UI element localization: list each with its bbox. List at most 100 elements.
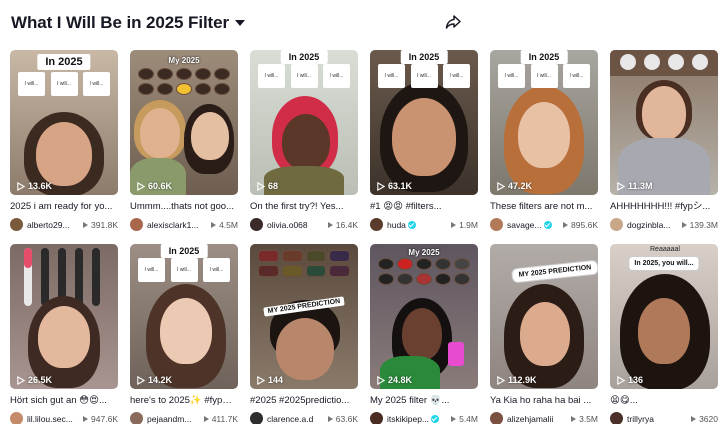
video-caption[interactable]: 2025 i am ready for yo...: [10, 201, 118, 213]
filter-overlay-title: In 2025: [280, 50, 328, 64]
avatar[interactable]: [610, 218, 623, 231]
avatar[interactable]: [370, 218, 383, 231]
author-name[interactable]: alberto29...: [27, 220, 79, 230]
play-triangle-icon: [691, 415, 697, 422]
video-thumbnail[interactable]: In 2025 I will... I will... I will... 68: [250, 50, 358, 195]
play-count: 391.8K: [83, 220, 118, 230]
play-triangle-icon: [571, 415, 577, 422]
filter-overlay-title: In 2025: [400, 50, 448, 64]
avatar[interactable]: [10, 412, 23, 424]
filter-card: I will...: [138, 258, 165, 282]
video-thumbnail[interactable]: MY 2025 PREDICTION 112.9K: [490, 244, 598, 389]
author-name[interactable]: alizehjamalii: [507, 414, 567, 424]
video-meta: huda 1.9M: [370, 218, 478, 231]
play-outline-icon: [137, 181, 145, 191]
video-meta: lil.lilou.sec... 947.6K: [10, 412, 118, 424]
filter-overlay-title: In 2025, you will...: [628, 256, 700, 271]
video-card: Reaaaaal In 2025, you will... 136 😫😋... …: [610, 244, 718, 424]
video-thumbnail[interactable]: In 2025 I will... I will... I will... 13…: [10, 50, 118, 195]
author-name[interactable]: trillyrya: [627, 414, 687, 424]
view-count: 136: [616, 375, 643, 385]
play-triangle-icon: [83, 415, 89, 422]
play-outline-icon: [617, 181, 625, 191]
video-thumbnail[interactable]: 11.3M: [610, 50, 718, 195]
video-thumbnail[interactable]: 26.5K: [10, 244, 118, 389]
avatar[interactable]: [490, 218, 503, 231]
video-caption[interactable]: #1 😡😡 #filters...: [370, 201, 478, 213]
author-name[interactable]: clarence.a.d: [267, 414, 324, 424]
avatar[interactable]: [250, 412, 263, 424]
view-count: 60.6K: [136, 181, 172, 191]
filter-card: I will...: [498, 64, 525, 88]
filter-card: I will...: [203, 258, 230, 282]
verified-badge-icon: [407, 220, 416, 229]
play-count: 895.6K: [563, 220, 598, 230]
share-icon[interactable]: [445, 14, 461, 30]
avatar[interactable]: [370, 412, 383, 424]
video-meta: alberto29... 391.8K: [10, 218, 118, 231]
play-triangle-icon: [451, 415, 457, 422]
video-thumbnail[interactable]: In 2025 I will... I will... I will... 47…: [490, 50, 598, 195]
video-card: In 2025 I will... I will... I will... 63…: [370, 50, 478, 244]
play-outline-icon: [17, 181, 25, 191]
video-caption[interactable]: Ummm....thats not goo...: [130, 201, 238, 213]
video-thumbnail[interactable]: In 2025 I will... I will... I will... 14…: [130, 244, 238, 389]
view-count: 11.3M: [616, 181, 653, 191]
view-count: 13.6K: [16, 181, 52, 191]
avatar[interactable]: [610, 412, 623, 424]
avatar[interactable]: [130, 218, 143, 231]
author-name[interactable]: lil.lilou.sec...: [27, 414, 79, 424]
play-triangle-icon: [451, 221, 457, 228]
video-caption[interactable]: On the first try?! Yes...: [250, 201, 358, 213]
video-meta: savage... 895.6K: [490, 218, 598, 231]
video-thumbnail[interactable]: My 2025 60.6K: [130, 50, 238, 195]
video-meta: dogzinbla... 139.3M: [610, 218, 718, 231]
video-caption[interactable]: #2025 #2025predictio...: [250, 395, 358, 407]
video-thumbnail[interactable]: MY 2025 PREDICTION 144: [250, 244, 358, 389]
play-outline-icon: [377, 375, 385, 385]
author-name[interactable]: savage...: [507, 220, 542, 230]
author-name[interactable]: olivia.o068: [267, 220, 324, 230]
author-name[interactable]: dogzinbla...: [627, 220, 678, 230]
author-name[interactable]: itskikipep...: [387, 414, 429, 424]
video-meta: pejaandm... 411.7K: [130, 412, 238, 424]
play-triangle-icon: [211, 221, 217, 228]
avatar[interactable]: [10, 218, 23, 231]
play-outline-icon: [257, 375, 265, 385]
play-triangle-icon: [681, 221, 687, 228]
video-card: My 2025 24.8K My 2025 filter 💀... itskik…: [370, 244, 478, 424]
author-name[interactable]: huda: [387, 220, 406, 230]
play-outline-icon: [377, 181, 385, 191]
filter-overlay-label: Reaaaaal: [650, 246, 680, 253]
play-triangle-icon: [203, 415, 209, 422]
avatar[interactable]: [250, 218, 263, 231]
play-count: 947.6K: [83, 414, 118, 424]
author-name[interactable]: pejaandm...: [147, 414, 200, 424]
video-caption[interactable]: Ya Kia ho raha ha bai ...: [490, 395, 598, 407]
view-count: 14.2K: [136, 375, 172, 385]
author-name[interactable]: alexisclark1...: [147, 220, 207, 230]
view-count: 47.2K: [496, 181, 532, 191]
avatar[interactable]: [490, 412, 503, 424]
video-meta: alexisclark1... 4.5M: [130, 218, 238, 231]
video-caption[interactable]: here's to 2025✨ #fypシ...: [130, 395, 238, 407]
chevron-down-icon[interactable]: [235, 20, 245, 26]
video-thumbnail[interactable]: In 2025 I will... I will... I will... 63…: [370, 50, 478, 195]
video-thumbnail[interactable]: Reaaaaal In 2025, you will... 136: [610, 244, 718, 389]
video-thumbnail[interactable]: My 2025 24.8K: [370, 244, 478, 389]
video-meta: itskikipep... 5.4M: [370, 412, 478, 424]
play-triangle-icon: [327, 415, 333, 422]
video-grid: In 2025 I will... I will... I will... 13…: [10, 50, 718, 424]
video-card: 11.3M AHHHHHHH!!! #fypシ... dogzinbla... …: [610, 50, 718, 244]
filter-card: I will...: [170, 258, 198, 282]
page-header: What I Will Be in 2025 Filter: [11, 10, 245, 36]
video-caption[interactable]: 😫😋...: [610, 395, 718, 407]
video-card: In 2025 I will... I will... I will... 14…: [130, 244, 238, 424]
avatar[interactable]: [130, 412, 143, 424]
video-caption[interactable]: AHHHHHHH!!! #fypシ...: [610, 201, 718, 213]
verified-badge-icon: [543, 220, 552, 229]
video-caption[interactable]: Hört sich gut an 😳😍...: [10, 395, 118, 407]
video-caption[interactable]: These filters are not m...: [490, 201, 598, 213]
video-caption[interactable]: My 2025 filter 💀...: [370, 395, 478, 407]
filter-card: I will...: [83, 72, 110, 96]
